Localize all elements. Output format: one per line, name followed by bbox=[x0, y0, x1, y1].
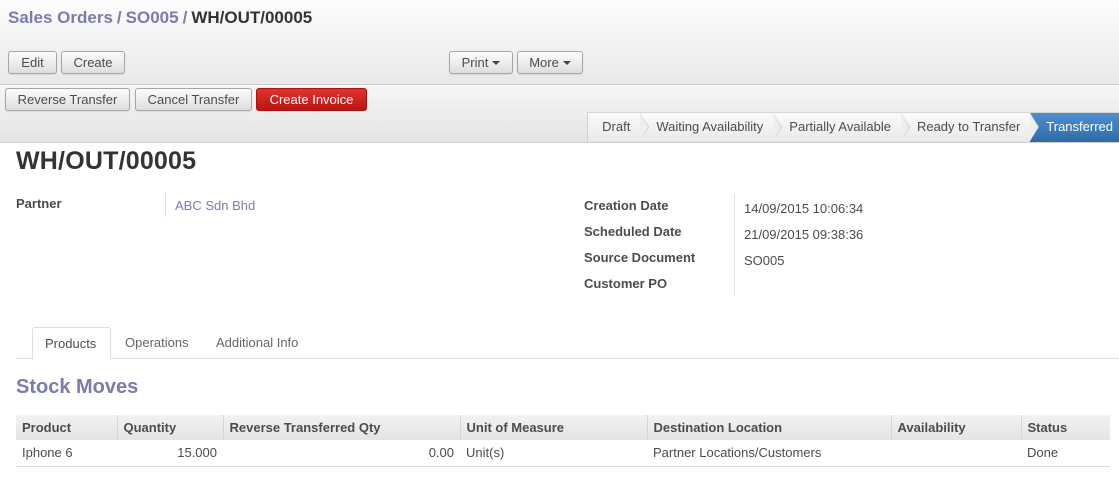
cell-unit-of-measure: Unit(s) bbox=[460, 440, 647, 467]
cell-product: Iphone 6 bbox=[16, 440, 117, 467]
caret-down-icon bbox=[492, 60, 501, 65]
source-document-label: Source Document bbox=[584, 250, 696, 265]
stage-waiting-availability[interactable]: Waiting Availability bbox=[640, 113, 783, 142]
breadcrumb-so005[interactable]: SO005 bbox=[126, 8, 179, 27]
form-header: Reverse Transfer Cancel Transfer Create … bbox=[0, 85, 1119, 143]
breadcrumb-sales-orders[interactable]: Sales Orders bbox=[8, 8, 113, 27]
stage-transferred[interactable]: Transferred bbox=[1030, 113, 1119, 142]
cell-availability bbox=[891, 440, 1021, 467]
record-title: WH/OUT/00005 bbox=[16, 147, 197, 175]
partner-value[interactable]: ABC Sdn Bhd bbox=[175, 198, 255, 213]
print-dropdown-button[interactable]: Print bbox=[449, 51, 513, 74]
breadcrumb-separator: / bbox=[116, 8, 122, 27]
reverse-transfer-button[interactable]: Reverse Transfer bbox=[5, 88, 130, 111]
partner-label: Partner bbox=[16, 196, 62, 211]
cell-destination-location: Partner Locations/Customers bbox=[647, 440, 891, 467]
more-label: More bbox=[529, 55, 559, 70]
more-dropdown-button[interactable]: More bbox=[517, 51, 583, 74]
source-document-value: SO005 bbox=[744, 253, 785, 268]
table-row[interactable]: Iphone 6 15.000 0.00 Unit(s) Partner Loc… bbox=[16, 440, 1110, 467]
cell-status: Done bbox=[1021, 440, 1110, 467]
column-header-quantity[interactable]: Quantity bbox=[116, 415, 223, 440]
status-bar: Draft Waiting Availability Partially Ava… bbox=[587, 112, 1119, 142]
caret-down-icon bbox=[562, 60, 571, 65]
scheduled-date-value: 21/09/2015 09:38:36 bbox=[744, 227, 864, 242]
customer-po-label: Customer PO bbox=[584, 276, 668, 291]
print-label: Print bbox=[461, 55, 489, 70]
tab-products[interactable]: Products bbox=[32, 327, 111, 360]
field-divider bbox=[165, 193, 166, 217]
cell-reverse-transferred-qty: 0.00 bbox=[223, 440, 460, 467]
field-divider bbox=[734, 194, 735, 296]
create-invoice-button[interactable]: Create Invoice bbox=[256, 88, 367, 111]
breadcrumb-separator: / bbox=[182, 8, 188, 27]
edit-button[interactable]: Edit bbox=[8, 51, 57, 74]
stage-draft[interactable]: Draft bbox=[588, 113, 650, 142]
tab-operations[interactable]: Operations bbox=[113, 327, 201, 359]
cell-quantity: 15.000 bbox=[117, 440, 223, 467]
creation-date-value: 14/09/2015 10:06:34 bbox=[744, 201, 864, 216]
control-panel: Sales Orders / SO005/WH/OUT/00005 Edit Cre… bbox=[0, 0, 1119, 85]
creation-date-label: Creation Date bbox=[584, 198, 669, 213]
notebook-tabs: Products Operations Additional Info bbox=[16, 327, 1119, 360]
tab-additional-info[interactable]: Additional Info bbox=[204, 327, 310, 359]
stock-moves-table: Product Quantity Reverse Transferred Qty… bbox=[16, 415, 1110, 467]
stage-ready-to-transfer[interactable]: Ready to Transfer bbox=[900, 113, 1040, 142]
table-header-row: Product Quantity Reverse Transferred Qty… bbox=[16, 415, 1110, 440]
breadcrumb-current: WH/OUT/00005 bbox=[191, 8, 313, 27]
column-header-status[interactable]: Status bbox=[1020, 415, 1110, 440]
stage-partially-available[interactable]: Partially Available bbox=[773, 113, 910, 142]
column-header-unit-of-measure[interactable]: Unit of Measure bbox=[459, 415, 647, 440]
breadcrumb: Sales Orders / SO005/WH/OUT/00005 bbox=[8, 8, 312, 28]
cancel-transfer-button[interactable]: Cancel Transfer bbox=[135, 88, 252, 111]
column-header-product[interactable]: Product bbox=[16, 415, 117, 440]
column-header-destination-location[interactable]: Destination Location bbox=[646, 415, 891, 440]
create-button[interactable]: Create bbox=[61, 51, 125, 74]
stock-moves-title: Stock Moves bbox=[16, 376, 139, 398]
column-header-availability[interactable]: Availability bbox=[890, 415, 1021, 440]
scheduled-date-label: Scheduled Date bbox=[584, 224, 682, 239]
column-header-reverse-transferred-qty[interactable]: Reverse Transferred Qty bbox=[222, 415, 460, 440]
